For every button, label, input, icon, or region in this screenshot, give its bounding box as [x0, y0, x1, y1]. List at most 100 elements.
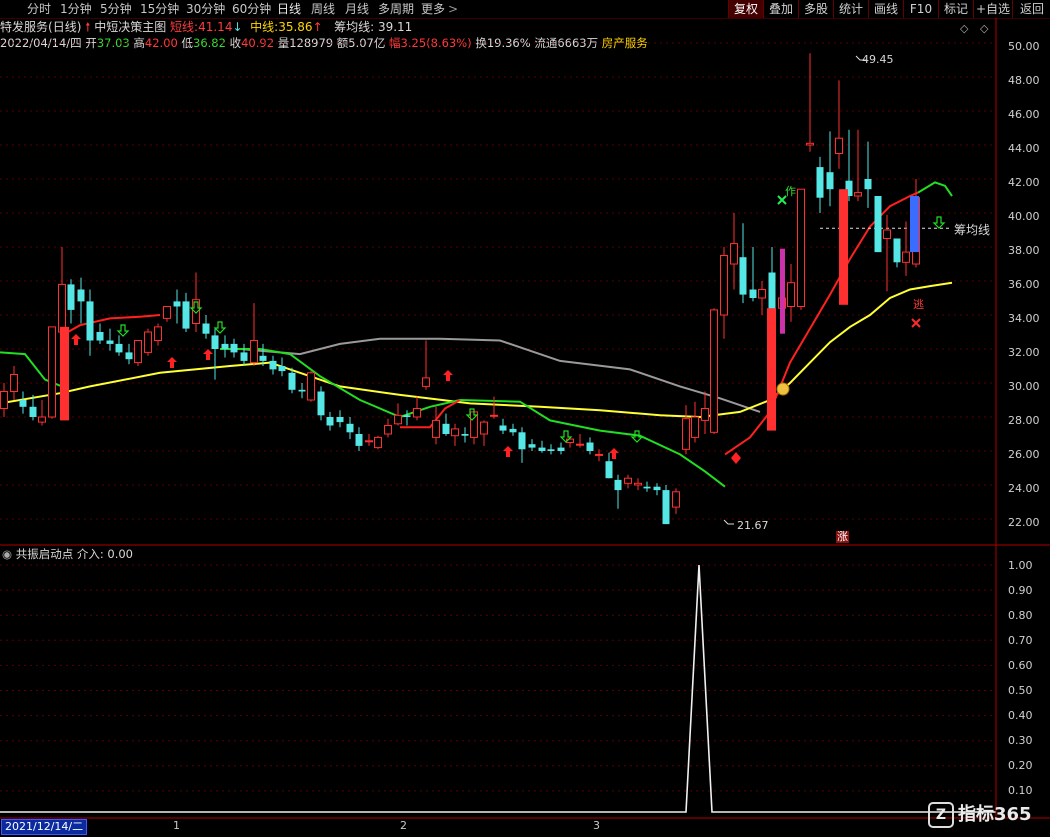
candle-body	[614, 479, 622, 491]
chip-line-tag: 筹均线	[954, 223, 991, 237]
buy-arrow-icon	[443, 370, 453, 381]
candle-body	[739, 257, 747, 295]
candle-body	[826, 172, 834, 190]
candle-body	[288, 372, 296, 390]
candle-body	[384, 425, 392, 435]
candle-body	[835, 137, 843, 154]
tao-x-icon	[911, 318, 921, 328]
candle-body	[29, 406, 37, 417]
candle-body	[19, 400, 27, 407]
buy-arrow-icon	[71, 334, 81, 345]
ind-tick: 0.60	[1008, 659, 1033, 672]
low-price-label: 21.67	[737, 519, 769, 532]
candle-body	[451, 428, 459, 437]
candle-body	[154, 326, 162, 341]
signal-bar	[910, 196, 919, 253]
candle-body	[701, 408, 709, 421]
signal-bar	[767, 308, 776, 431]
candle-body	[163, 306, 171, 319]
candle-body	[787, 282, 795, 308]
candle-body	[298, 389, 306, 392]
candle-body	[211, 335, 219, 349]
candle-body	[874, 196, 882, 253]
candle-body	[442, 423, 450, 434]
indicator-lines	[0, 181, 953, 488]
candle-body	[538, 447, 546, 451]
candle-body	[605, 461, 613, 479]
tao-signal-label: 逃	[913, 298, 924, 311]
ind-tick: 0.90	[1008, 584, 1033, 597]
candle-body	[461, 434, 469, 436]
candle-body	[326, 417, 334, 426]
candle-body	[518, 432, 526, 450]
candle-body	[595, 453, 603, 456]
candle-body	[576, 443, 584, 446]
indicator-name[interactable]: 共振启动点	[16, 547, 74, 561]
zhang-badge: 涨	[836, 530, 849, 543]
candle-body	[893, 238, 901, 263]
candle-body	[854, 192, 862, 197]
candle-body	[662, 490, 670, 525]
candle-body	[144, 331, 152, 353]
candle-body	[173, 301, 181, 307]
kline-chart[interactable]	[0, 0, 1050, 837]
logo-icon: Z	[928, 802, 954, 828]
month-tick: 3	[593, 819, 600, 832]
candle-body	[77, 289, 85, 302]
candle-body	[230, 343, 238, 353]
candle-body	[115, 343, 123, 353]
candle-body	[250, 340, 258, 364]
candle-body	[106, 340, 114, 344]
ind-tick: 0.80	[1008, 609, 1033, 622]
mid-line	[0, 281, 953, 419]
settings-circle-icon[interactable]: ◉	[2, 547, 12, 561]
candle-body	[58, 283, 66, 333]
sell-arrow-icon	[213, 321, 227, 334]
sell-arrow-icon	[932, 216, 946, 229]
watermark: Z 指标365	[928, 800, 1032, 830]
signal-marks	[71, 55, 946, 525]
candle-body	[259, 355, 267, 361]
candle-body	[38, 416, 46, 423]
candle-body	[403, 415, 411, 417]
candle-body	[134, 340, 142, 364]
candle-body	[336, 417, 344, 423]
candle-body	[96, 332, 104, 341]
candle-body	[413, 408, 421, 418]
high-price-label: 49.45	[862, 53, 894, 66]
candle-body	[749, 289, 757, 298]
coin-icon	[776, 382, 790, 396]
candle-body	[864, 179, 872, 190]
ind-tick: 0.70	[1008, 634, 1033, 647]
candle-body	[10, 374, 18, 392]
candle-body	[125, 352, 133, 360]
ind-tick: 0.30	[1008, 734, 1033, 747]
candle-body	[86, 301, 94, 341]
candle-body	[730, 243, 738, 265]
candle-body	[0, 391, 8, 409]
candle-body	[509, 428, 517, 433]
candle-body	[499, 425, 507, 431]
ind-tick: 1.00	[1008, 559, 1033, 572]
buy-arrow-icon	[167, 357, 177, 368]
candle-body	[202, 323, 210, 334]
sell-arrow-icon	[630, 430, 644, 443]
candle-body	[883, 229, 891, 239]
indicator-title: ◉ 共振启动点 介入: 0.00	[2, 547, 133, 561]
sell-arrow-icon	[116, 324, 130, 337]
indicator-value-label: 介入:	[76, 547, 104, 561]
candle-body	[307, 372, 315, 401]
signal-bar	[60, 326, 69, 421]
candle-body	[48, 326, 56, 418]
candle-body	[394, 414, 402, 425]
price-grid	[0, 42, 996, 792]
candle-body	[269, 360, 277, 370]
candle-body	[182, 301, 190, 329]
candle-body	[240, 352, 248, 361]
candle-body	[432, 419, 440, 438]
candle-body	[720, 255, 728, 316]
candle-body	[710, 309, 718, 433]
indicator-pane	[0, 564, 996, 813]
candles	[0, 53, 920, 525]
candle-body	[816, 167, 824, 198]
